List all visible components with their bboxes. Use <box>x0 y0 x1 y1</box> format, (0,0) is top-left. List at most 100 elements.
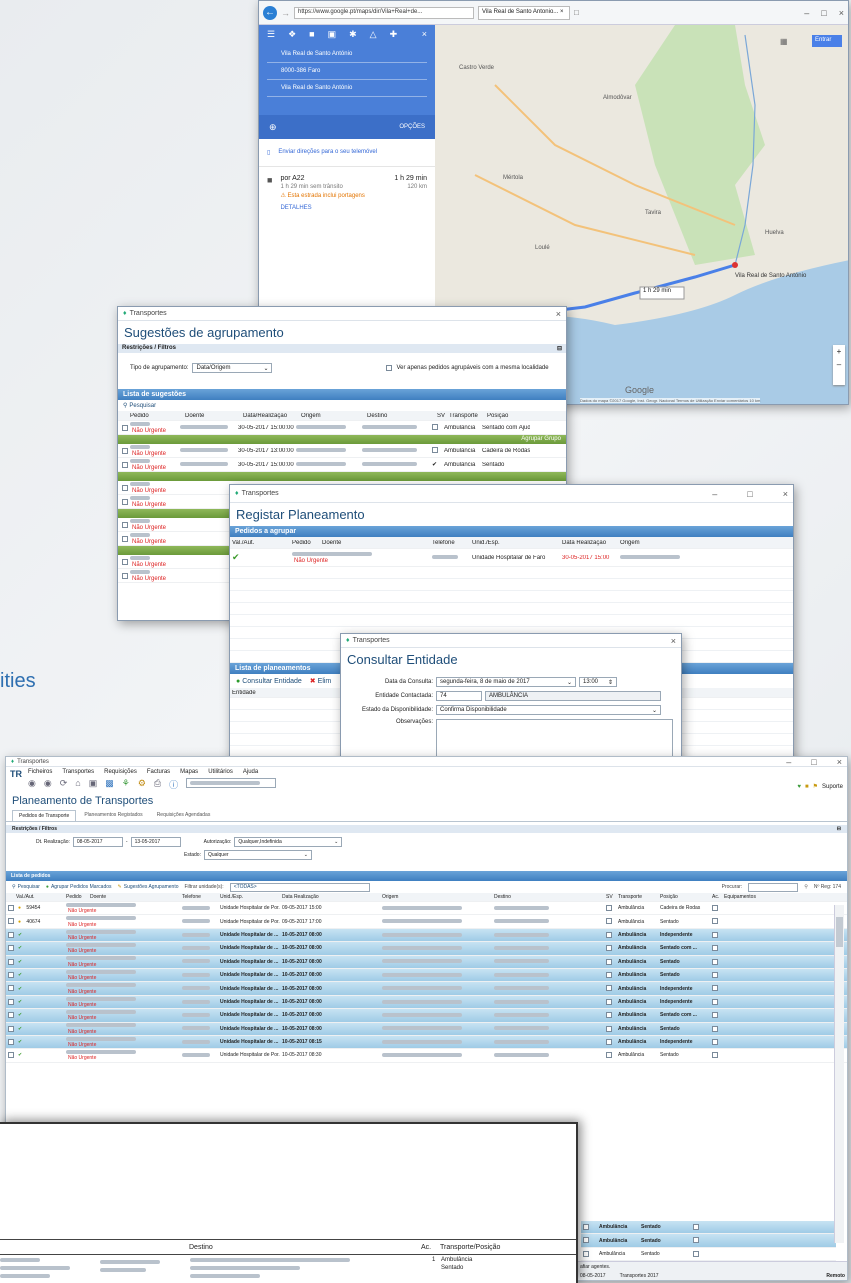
signin-button[interactable]: Entrar <box>815 37 831 43</box>
print-icon[interactable]: ⎙ <box>154 778 161 791</box>
info-icon[interactable]: ⓘ <box>169 778 178 791</box>
document-icon[interactable]: ▣ <box>89 778 98 791</box>
close-icon[interactable]: × <box>837 757 842 767</box>
sv-checkbox[interactable] <box>606 985 612 992</box>
table-row[interactable]: Não Urgente 30-05-2017 15:00:00 ✔ Ambulânci… <box>118 458 566 472</box>
zoom-out-icon[interactable]: – <box>833 358 845 371</box>
sv-checkbox[interactable] <box>606 1025 612 1032</box>
date-from-picker[interactable]: 08-05-2017 <box>72 837 123 847</box>
menu-item[interactable]: Ajuda <box>243 769 258 775</box>
group-bar[interactable] <box>118 472 566 481</box>
close-icon[interactable]: × <box>671 636 676 646</box>
maximize-icon[interactable]: □ <box>811 757 816 767</box>
ac-checkbox[interactable] <box>712 905 718 912</box>
entity-code-field[interactable]: 74 <box>436 691 482 701</box>
zoom-controls[interactable]: + – <box>833 345 845 385</box>
sv-checkbox[interactable] <box>606 1038 612 1045</box>
directions-icon[interactable]: ❖ <box>288 29 296 40</box>
table-row[interactable]: ✔ Não Urgente Unidade Hospitalar de Faro… <box>230 549 793 567</box>
walk-icon[interactable]: ✱ <box>349 29 357 40</box>
table-row[interactable]: ✔ Não Urgente Unidade Hospitalar de ... 10-… <box>6 1022 847 1036</box>
back-icon[interactable]: ← <box>263 5 277 20</box>
table-row[interactable]: ● 40674 Não Urgente Unidade Hospitalar de … <box>6 915 847 929</box>
ac-checkbox[interactable] <box>712 945 718 952</box>
options-link[interactable]: OPÇÕES <box>399 124 425 130</box>
search-button[interactable]: ⚲ Pesquisar <box>12 884 40 890</box>
ac-checkbox[interactable] <box>712 1012 718 1019</box>
search-button[interactable]: ⚲ Pesquisar <box>118 400 161 411</box>
minimize-icon[interactable]: – <box>804 8 809 18</box>
remove-button[interactable]: ✖ Elim <box>310 677 332 686</box>
settings-icon[interactable]: ⚙ <box>138 778 146 791</box>
minimize-icon[interactable]: – <box>786 757 791 767</box>
sv-checkbox[interactable] <box>606 958 612 965</box>
address-bar[interactable]: https://www.google.pt/maps/dir/Vila+Real… <box>294 6 474 19</box>
globe-icon[interactable]: ⚘ <box>122 778 130 791</box>
date-picker[interactable]: segunda-feira, 8 de maio de 2017 ⌄ <box>436 677 576 687</box>
details-link[interactable]: DETALHES <box>280 205 427 211</box>
collapse-icon[interactable]: ⊟ <box>837 826 841 832</box>
sv-checkbox[interactable] <box>606 945 612 952</box>
new-tab-icon[interactable]: □ <box>574 8 579 17</box>
support-link[interactable]: Suporte <box>822 784 843 790</box>
ac-checkbox[interactable] <box>693 1224 699 1231</box>
menu-item[interactable]: Utilitários <box>208 769 233 775</box>
consult-entity-button[interactable]: ● Consultar Entidade <box>236 677 302 685</box>
menu-item[interactable]: Ficheiros <box>28 769 52 775</box>
car-icon[interactable]: ■ <box>309 29 314 40</box>
unit-select[interactable] <box>186 778 277 788</box>
ac-checkbox[interactable] <box>712 918 718 925</box>
only-same-checkbox[interactable] <box>386 365 393 371</box>
close-icon[interactable]: × <box>556 309 561 319</box>
send-directions-link[interactable]: Enviar direções para o seu telemóvel <box>278 149 377 156</box>
forward-icon[interactable]: → <box>281 8 290 18</box>
table-row[interactable]: ✔ Não Urgente Unidade Hospitalar de ... 10-… <box>6 942 847 956</box>
origin-field[interactable]: Vila Real de Santo António <box>267 46 427 63</box>
sv-checkbox[interactable] <box>583 1237 589 1244</box>
sv-checkbox[interactable] <box>606 971 612 978</box>
chart-icon[interactable]: ▩ <box>105 778 114 791</box>
transit-icon[interactable]: ▣ <box>328 29 337 40</box>
find-icon[interactable]: ⚲ <box>804 884 808 890</box>
heart-icon[interactable]: ♥ <box>797 784 801 790</box>
sv-checkbox[interactable] <box>606 998 612 1005</box>
sv-checkbox[interactable] <box>606 918 612 925</box>
sv-checkbox[interactable] <box>583 1224 589 1231</box>
table-row[interactable]: ✔ Não Urgente Unidade Hospitalar de ... 10-… <box>6 1035 847 1050</box>
group-requests-button[interactable]: ● Agrupar Pedidos Marcados <box>46 884 112 890</box>
state-select[interactable]: Confirma Disponibilidade ⌄ <box>436 705 661 715</box>
menu-icon[interactable]: ☰ <box>267 29 275 40</box>
ac-checkbox[interactable] <box>693 1250 699 1257</box>
refresh-icon[interactable]: ⟳ <box>60 778 68 791</box>
ac-checkbox[interactable] <box>712 998 718 1005</box>
observations-textarea[interactable] <box>436 719 673 761</box>
add-destination-icon[interactable]: ⊕ <box>269 122 277 133</box>
table-row[interactable]: Não Urgente 30-05-2017 15:00:00 Ambulância… <box>118 421 566 435</box>
table-row[interactable]: ✔ Não Urgente Unidade Hospitalar de ... 10-… <box>6 928 847 943</box>
bike-icon[interactable]: △ <box>370 29 377 40</box>
table-row[interactable]: Não Urgente 30-05-2017 13:00:00 Ambulância… <box>118 444 566 458</box>
plane-icon[interactable]: ✚ <box>390 29 398 40</box>
table-row[interactable]: ✔ Não Urgente Unidade Hospitalar de ... 10-… <box>6 995 847 1010</box>
tab-requests[interactable]: Pedidos de Transporte <box>12 810 77 821</box>
ac-checkbox[interactable] <box>712 971 718 978</box>
sv-checkbox[interactable] <box>606 1012 612 1019</box>
zoom-in-icon[interactable]: + <box>833 345 845 358</box>
back-icon[interactable]: ◉ <box>28 778 36 791</box>
table-row[interactable]: ✔ Não Urgente Unidade Hospitalar de Por...… <box>6 1049 847 1063</box>
destination-field[interactable]: Vila Real de Santo António <box>267 80 427 97</box>
menu-item[interactable]: Facturas <box>147 769 170 775</box>
tab-scheduled[interactable]: Requisições Agendadas <box>151 810 217 821</box>
search-input[interactable] <box>748 882 799 892</box>
maximize-icon[interactable]: □ <box>821 8 826 18</box>
close-panel-icon[interactable]: × <box>422 29 427 40</box>
ac-checkbox[interactable] <box>693 1237 699 1244</box>
ac-checkbox[interactable] <box>712 1038 718 1045</box>
sv-checkbox[interactable] <box>606 905 612 912</box>
time-picker[interactable]: 13:00 ⇕ <box>579 677 617 687</box>
home-icon[interactable]: ⌂ <box>75 778 80 791</box>
table-row[interactable]: Ambulância Sentado <box>581 1221 836 1235</box>
group-type-select[interactable]: Data/Origem ⌄ <box>192 363 273 373</box>
forward-icon[interactable]: ◉ <box>44 778 52 791</box>
via-field[interactable]: 8000-386 Faro <box>267 63 427 80</box>
